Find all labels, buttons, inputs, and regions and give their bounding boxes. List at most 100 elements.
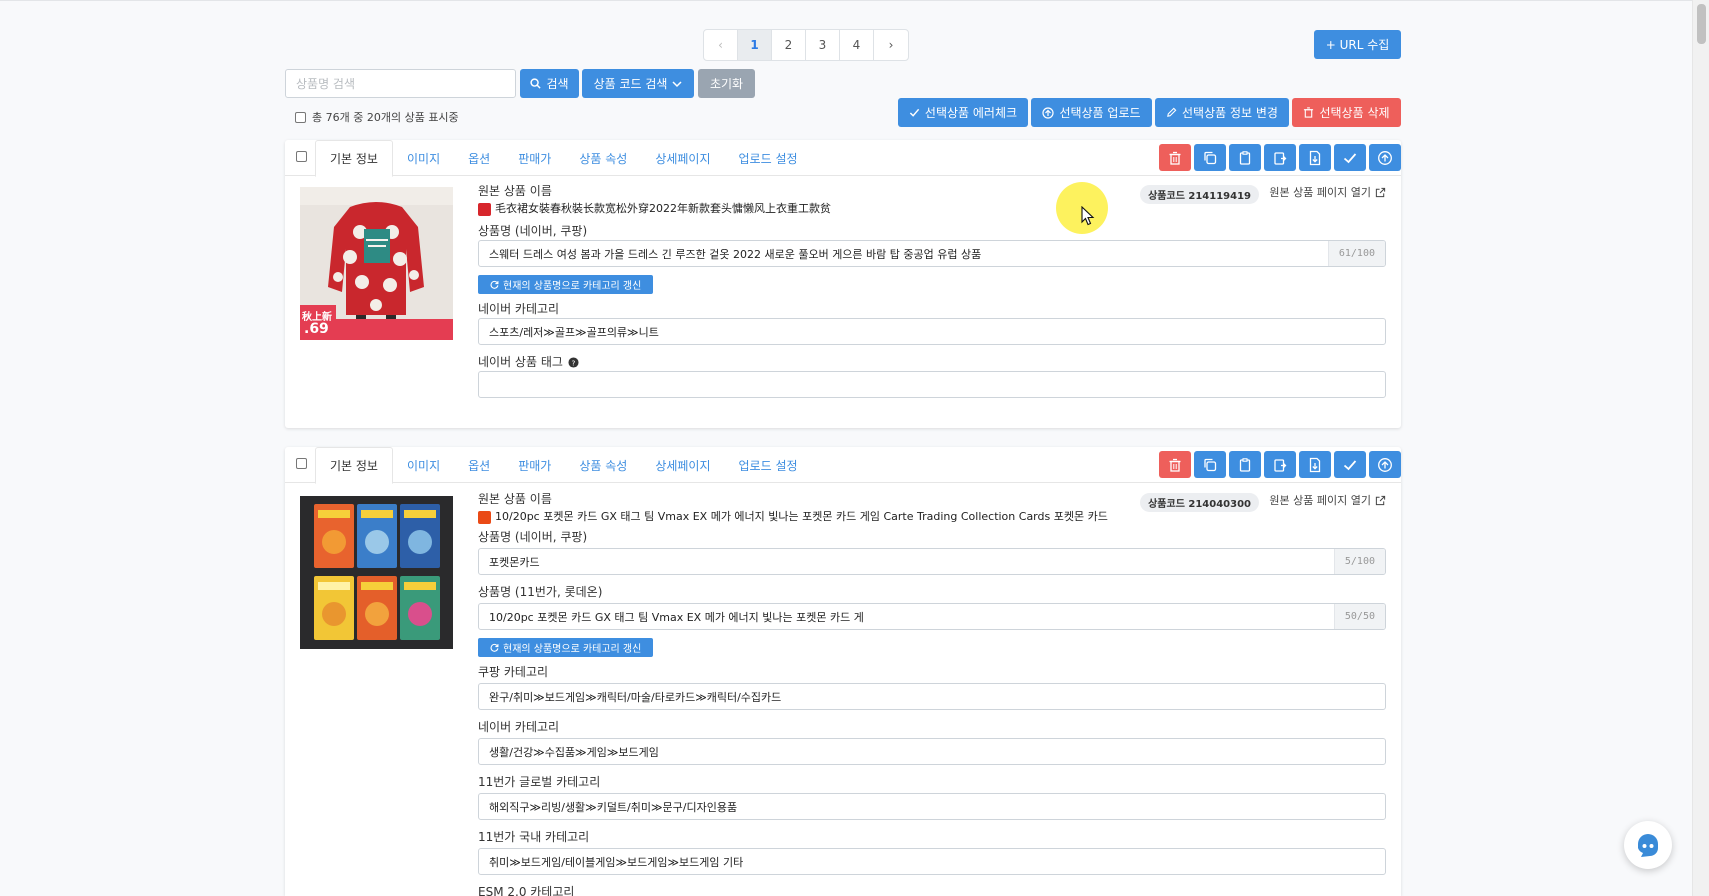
name-naver-coupang-label: 상품명 (네이버, 쿠팡) [478,224,588,238]
bulk-upload-label: 선택상품 업로드 [1059,106,1141,120]
pagination-page-1[interactable]: 1 [738,30,772,60]
product-count: 총 76개 중 20개의 상품 표시중 [295,109,459,125]
trash-icon [1169,458,1181,472]
search-button[interactable]: 검색 [520,69,579,98]
tab-price[interactable]: 판매가 [504,140,565,176]
product-checkbox[interactable] [296,151,307,162]
chat-support-button[interactable] [1624,821,1672,869]
reset-label: 초기화 [709,77,744,91]
pagination-page-4[interactable]: 4 [840,30,874,60]
product-fields: 원본 상품 이름 상품코드 214119419 원본 상품 페이지 열기 毛衣裙… [478,182,1386,406]
bulk-error-check-label: 선택상품 에러체크 [924,106,1018,120]
product-name-11st-input[interactable]: 10/20pc 포켓몬 카드 GX 태그 팀 Vmax EX 메가 에너지 빛나… [478,603,1386,630]
product-name-input[interactable]: 스웨터 드레스 여성 봄과 가을 드레스 긴 루즈한 겉옷 2022 새로운 풀… [478,240,1386,267]
domestic-11st-category-input[interactable]: 취미≫보드게임/테이블게임≫보드게임≫보드게임 기타 [478,848,1386,875]
code-search-dropdown[interactable]: 상품 코드 검색 [582,69,694,98]
bulk-edit-button[interactable]: 선택상품 정보 변경 [1155,98,1289,127]
tab-attributes[interactable]: 상품 속성 [565,140,641,176]
product-code-badge: 상품코드 214119419 [1140,185,1259,204]
product-name-input[interactable]: 포켓몬카드 5/100 [478,548,1386,575]
open-original-label: 원본 상품 페이지 열기 [1269,186,1371,199]
file-download-icon [1309,457,1321,472]
reset-button[interactable]: 초기화 [698,69,755,98]
duplicate-product-button[interactable] [1194,144,1226,171]
global-11st-category-label: 11번가 글로벌 카테고리 [478,775,601,789]
pagination-next[interactable]: › [874,30,908,60]
refresh-category-button[interactable]: 현재의 상품명으로 카테고리 갱신 [478,275,654,294]
tab-detail-page[interactable]: 상세페이지 [641,140,724,176]
url-collect-label: + URL 수집 [1325,38,1390,52]
upload-product-button[interactable] [1369,144,1401,171]
name-naver-coupang-label: 상품명 (네이버, 쿠팡) [478,530,588,544]
tab-images[interactable]: 이미지 [393,140,454,176]
naver-tags-label: 네이버 상품 태그 [478,355,563,369]
naver-category-input[interactable]: 스포츠/레저≫골프≫골프의류≫니트 [478,318,1386,345]
card-header: 기본 정보 이미지 옵션 판매가 상품 속성 상세페이지 업로드 설정 [285,140,1401,177]
char-counter: 5/100 [1333,549,1385,574]
bulk-delete-button[interactable]: 선택상품 삭제 [1292,98,1401,127]
check-product-button[interactable] [1334,144,1366,171]
card-action-buttons [1159,451,1401,478]
tab-attributes[interactable]: 상품 속성 [565,447,641,483]
search-input[interactable] [285,69,516,98]
help-icon[interactable]: ? [568,356,579,368]
original-title-text: 10/20pc 포켓몬 카드 GX 태그 팀 Vmax EX 메가 에너지 빛나… [495,510,1108,523]
pagination-prev[interactable]: ‹ [704,30,738,60]
pagination-page-2[interactable]: 2 [772,30,806,60]
original-title-text: 毛衣裙女裝春秋裝长款宽松外穿2022年新款套头慵懒风上衣重工款贫 [495,202,831,215]
duplicate-product-button[interactable] [1194,451,1226,478]
check-product-button[interactable] [1334,451,1366,478]
check-icon [1343,459,1357,470]
tab-detail-page[interactable]: 상세페이지 [641,447,724,483]
naver-category-label: 네이버 카테고리 [478,720,560,734]
naver-category-label: 네이버 카테고리 [478,302,560,316]
global-11st-category-input[interactable]: 해외직구≫리빙/생활≫키덜트/취미≫문구/디자인용품 [478,793,1386,820]
bulk-upload-button[interactable]: 선택상품 업로드 [1031,98,1152,127]
tab-options[interactable]: 옵션 [454,140,504,176]
scrollbar-thumb[interactable] [1697,4,1706,44]
product-fields: 원본 상품 이름 상품코드 214040300 원본 상품 페이지 열기 10/… [478,490,1386,896]
check-icon [1343,152,1357,163]
save-file-button[interactable] [1299,144,1331,171]
tab-upload-settings[interactable]: 업로드 설정 [725,447,812,483]
url-collect-button[interactable]: + URL 수집 [1314,30,1401,59]
save-file-button[interactable] [1299,451,1331,478]
refresh-category-button[interactable]: 현재의 상품명으로 카테고리 갱신 [478,638,654,657]
tab-images[interactable]: 이미지 [393,447,454,483]
naver-category-input[interactable]: 생활/건강≫수집품≫게임≫보드게임 [478,738,1386,765]
tab-basic-info[interactable]: 기본 정보 [315,447,393,484]
tab-basic-info[interactable]: 기본 정보 [315,140,393,177]
delete-product-button[interactable] [1159,451,1191,478]
product-card-1: 기본 정보 이미지 옵션 판매가 상품 속성 상세페이지 업로드 설정 秋上新 … [285,140,1401,428]
thumbnail-caption-2: .69 [304,321,329,337]
upload-circle-icon [1042,106,1055,119]
product-count-text: 총 76개 중 20개의 상품 표시중 [312,111,459,124]
product-name-11st-value: 10/20pc 포켓몬 카드 GX 태그 팀 Vmax EX 메가 에너지 빛나… [489,610,864,624]
pagination-page-3[interactable]: 3 [806,30,840,60]
tab-options[interactable]: 옵션 [454,447,504,483]
naver-tags-input[interactable] [478,371,1386,398]
upload-product-button[interactable] [1369,451,1401,478]
coupang-category-input[interactable]: 완구/취미≫보드게임≫캐릭터/마술/타로카드≫캐릭터/수집카드 [478,683,1386,710]
delete-product-button[interactable] [1159,144,1191,171]
pagination: ‹ 1 2 3 4 › [703,29,909,61]
paste-button[interactable] [1264,144,1296,171]
clipboard-button[interactable] [1229,144,1261,171]
bulk-error-check-button[interactable]: 선택상품 에러체크 [898,98,1028,127]
select-all-checkbox[interactable] [295,111,306,123]
open-original-link[interactable]: 원본 상품 페이지 열기 [1269,184,1386,200]
tab-upload-settings[interactable]: 업로드 설정 [725,140,812,176]
clipboard-button[interactable] [1229,451,1261,478]
paste-button[interactable] [1264,451,1296,478]
naver-tags-label-row: 네이버 상품 태그 ? [478,353,1386,371]
tab-price[interactable]: 판매가 [504,447,565,483]
bulk-edit-label: 선택상품 정보 변경 [1182,106,1278,120]
domestic-11st-category-label: 11번가 국내 카테고리 [478,830,590,844]
vertical-scrollbar[interactable] [1692,0,1709,896]
trash-icon [1169,151,1181,165]
clipboard-paste-icon [1274,458,1287,472]
card-action-buttons [1159,144,1401,171]
trash-icon [1304,107,1314,118]
open-original-link[interactable]: 원본 상품 페이지 열기 [1269,492,1386,508]
product-checkbox[interactable] [296,458,307,469]
